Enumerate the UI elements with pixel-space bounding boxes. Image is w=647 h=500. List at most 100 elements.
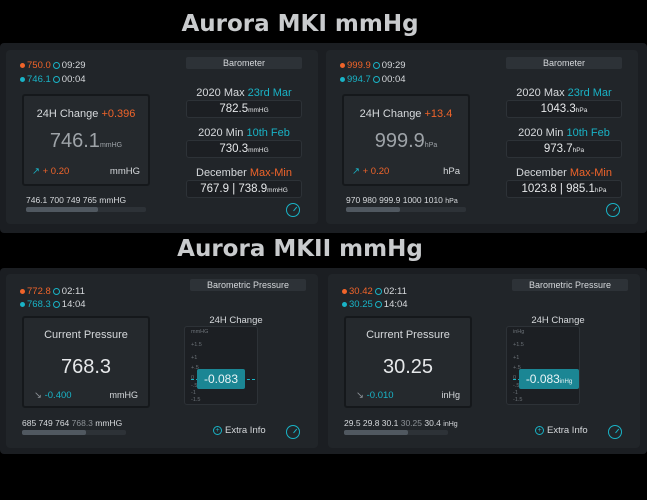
tick-label: -1 [191, 390, 196, 396]
year-max-value: 782.5 [219, 103, 249, 115]
max-dot-icon [340, 62, 345, 68]
year-max-value: 1043.3 [540, 103, 576, 115]
chart-title: 24H Change [209, 315, 263, 326]
tick-label: -1 [513, 390, 518, 396]
plus-icon: + [213, 425, 222, 435]
change-label: 24H Change +13.4 [359, 108, 453, 120]
current-reading-box: 24H Change +0.396 746.1mmHG ↗ + 0.20 mmH… [22, 94, 150, 186]
section-title-mk1: Aurora MKI mmHg [181, 11, 419, 37]
section-title-mk2: Aurora MKII mmHg [177, 236, 423, 262]
current-pressure-box: Current Pressure 30.25 ↘ -0.010 inHg [344, 316, 472, 408]
gauge-icon[interactable] [606, 203, 620, 217]
gauge-icon[interactable] [286, 425, 300, 439]
change-label: 24H Change +0.396 [36, 108, 136, 120]
year-max-box: 1043.3hPa [506, 100, 622, 118]
min-value: 994.7 [347, 74, 371, 85]
tick-label: +1.5 [191, 342, 202, 348]
year-max-label: 2020 Max 23rd Mar [196, 87, 292, 99]
month-label: December Max-Min [516, 167, 612, 179]
month-value: 1023.8 | 985.1 [521, 183, 595, 195]
max-time: 09:29 [61, 60, 86, 71]
extra-info-button[interactable]: + Extra Info [535, 425, 588, 436]
range-bar [22, 430, 126, 435]
max-reading: 30.42 02:11 [342, 286, 407, 297]
current-value: 746.1mmHG [49, 130, 123, 152]
range-scale: 685 749 764 768.3 mmHG [22, 418, 123, 428]
max-time: 02:11 [383, 286, 407, 297]
year-max-box: 782.5mmHG [186, 100, 302, 118]
range-scale: 29.5 29.8 30.1 30.25 30.4 inHg [344, 418, 458, 428]
trend-unit: mmHG [109, 166, 140, 177]
clock-icon [52, 61, 60, 69]
trend-value: -0.010 [366, 390, 394, 401]
chart-unit: inHg [513, 329, 525, 335]
card-header: Barometer [506, 57, 622, 69]
gauge-icon[interactable] [608, 425, 622, 439]
current-value: 30.25 [382, 356, 434, 378]
min-dot-icon [20, 76, 25, 82]
min-time: 14:04 [383, 299, 408, 310]
min-dot-icon [340, 76, 345, 82]
change-chart: mmHG +1.5 +1 +.5 0 -.5 -1 -1.5 -0.083 [184, 326, 258, 405]
min-reading: 768.3 14:04 [20, 299, 86, 310]
tick-label: +1 [191, 355, 198, 361]
chart-unit: mmHG [191, 329, 209, 335]
min-time: 00:04 [381, 74, 406, 85]
trend-value: + 0.20 [362, 166, 390, 177]
current-pressure-label: Current Pressure [366, 329, 450, 341]
min-reading: 30.25 14:04 [342, 299, 408, 310]
max-dot-icon [342, 288, 347, 294]
max-value: 30.42 [349, 286, 373, 297]
card-header: Barometric Pressure [512, 279, 628, 291]
year-min-label: 2020 Min 10th Feb [518, 127, 610, 139]
max-reading: 999.9 09:29 [340, 60, 406, 71]
trend-unit: mmHG [109, 390, 139, 400]
min-value: 746.1 [27, 74, 51, 85]
tick-label: 0 [191, 375, 195, 381]
min-dot-icon [20, 301, 25, 307]
range-scale: 970 980 999.9 1000 1010 hPa [346, 195, 458, 205]
gauge-icon[interactable] [286, 203, 300, 217]
clock-icon [374, 287, 382, 295]
trend-readout: ↗ + 0.20 [352, 166, 389, 177]
pressure-card-mmhg: 772.8 02:11 768.3 14:04 Barometric Pressur… [6, 274, 318, 448]
card-header: Barometer [186, 57, 302, 69]
barometer-card-mmhg: 750.0 09:29 746.1 00:04 Barometer 24H Chan… [6, 50, 318, 224]
trend-up-icon: ↗ [352, 166, 360, 177]
range-scale: 746.1 700 749 765 mmHG [26, 195, 127, 205]
tick-label: +1.5 [513, 342, 524, 348]
current-pressure-label: Current Pressure [44, 329, 128, 341]
current-pressure-box: Current Pressure 768.3 ↘ -0.400 mmHG [22, 316, 150, 408]
trend-readout: ↘ -0.010 [356, 390, 394, 401]
tick-label: -1.5 [513, 397, 523, 403]
clock-icon [372, 75, 380, 83]
max-dot-icon [20, 288, 25, 294]
min-time: 00:04 [61, 74, 86, 85]
range-bar-fill [344, 430, 409, 435]
pressure-card-inhg: 30.42 02:11 30.25 14:04 Barometric Pressur… [328, 274, 640, 448]
range-bar-fill [346, 207, 400, 212]
month-box: 1023.8 | 985.1hPa [506, 180, 622, 198]
clock-icon [374, 300, 382, 308]
year-max-label: 2020 Max 23rd Mar [516, 87, 612, 99]
change-chart: inHg +1.5 +1 +.5 0 -.5 -1 -1.5 -0.083inH… [506, 326, 580, 405]
extra-info-button[interactable]: + Extra Info [213, 425, 266, 436]
trend-up-icon: ↗ [32, 166, 40, 177]
clock-icon [52, 300, 60, 308]
current-value: 999.9hPa [374, 130, 438, 152]
max-value: 750.0 [27, 60, 51, 71]
barometer-card-hpa: 999.9 09:29 994.7 00:04 Barometer 24H Chan… [326, 50, 638, 224]
year-min-label: 2020 Min 10th Feb [198, 127, 290, 139]
range-bar [346, 207, 466, 212]
year-min-box: 973.7hPa [506, 140, 622, 158]
range-bar-fill [26, 207, 98, 212]
trend-unit: inHg [441, 390, 460, 400]
tick-label: 0 [513, 375, 517, 381]
trend-down-icon: ↘ [34, 390, 42, 401]
max-reading: 750.0 09:29 [20, 60, 86, 71]
current-reading-box: 24H Change +13.4 999.9hPa ↗ + 0.20 hPa [342, 94, 470, 186]
change-value-pill: -0.083inHg [519, 369, 579, 389]
tick-label: +1 [513, 355, 520, 361]
max-reading: 772.8 02:11 [20, 286, 85, 297]
year-min-value: 730.3 [219, 143, 249, 155]
